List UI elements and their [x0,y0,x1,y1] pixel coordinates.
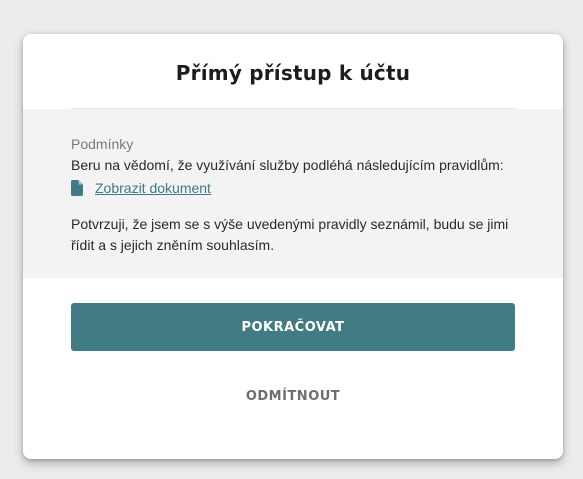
terms-text: Beru na vědomí, že využívání služby podl… [71,157,504,173]
view-document-link[interactable]: Zobrazit dokument [95,180,211,196]
reject-button[interactable]: ODMÍTNOUT [71,380,515,412]
document-link-row[interactable]: Zobrazit dokument [71,178,211,198]
document-icon [71,180,83,196]
dialog-title: Přímý přístup k účtu [175,61,411,85]
confirmation-text: Potvrzuji, že jsem se s výše uvedenými p… [71,216,509,253]
continue-button[interactable]: POKRAČOVAT [71,303,515,351]
terms-panel: Podmínky Beru na vědomí, že využívání sl… [23,109,563,278]
access-dialog: Přímý přístup k účtu Podmínky Beru na vě… [23,34,563,459]
terms-heading: Podmínky [71,136,134,152]
